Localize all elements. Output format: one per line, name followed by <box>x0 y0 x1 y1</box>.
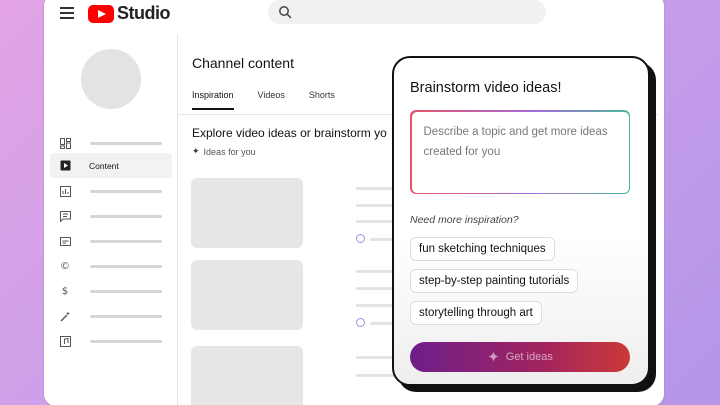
subtitles-icon <box>58 235 72 249</box>
hamburger-menu-icon[interactable] <box>60 7 74 19</box>
get-ideas-button[interactable]: ✦ Get ideas <box>410 342 630 372</box>
sidebar-item-comments[interactable] <box>50 204 172 229</box>
sidebar-item-copyright[interactable]: © <box>50 254 172 279</box>
sidebar-item-placeholder <box>90 190 162 193</box>
comments-icon <box>58 210 72 224</box>
loading-ring-icon <box>356 318 365 327</box>
sidebar-item-analytics[interactable] <box>50 179 172 204</box>
content-icon <box>58 159 72 173</box>
analytics-icon <box>58 185 72 199</box>
sparkle-icon: ✦ <box>192 146 200 156</box>
sidebar-item-subtitles[interactable] <box>50 229 172 254</box>
dollar-icon: $ <box>61 286 69 297</box>
sidebar-item-placeholder <box>90 340 162 343</box>
youtube-studio-logo[interactable]: Studio <box>88 3 171 24</box>
youtube-play-icon <box>88 4 114 23</box>
sidebar-item-audio-library[interactable] <box>50 329 172 354</box>
dashboard-icon <box>58 137 72 151</box>
sidebar-item-customization[interactable] <box>50 304 172 329</box>
topic-prompt-placeholder: Describe a topic and get more ideas crea… <box>411 111 629 193</box>
sidebar-item-placeholder <box>90 240 162 243</box>
sidebar-item-placeholder <box>90 215 162 218</box>
idea-thumbnail[interactable] <box>191 346 303 405</box>
audio-library-icon <box>58 335 72 349</box>
suggestion-chip[interactable]: fun sketching techniques <box>410 237 555 261</box>
tab-inspiration[interactable]: Inspiration <box>192 90 234 110</box>
idea-thumbnail[interactable] <box>191 178 303 248</box>
suggestion-chip[interactable]: step-by-step painting tutorials <box>410 269 579 293</box>
need-inspiration-label: Need more inspiration? <box>410 214 519 226</box>
brainstorm-title: Brainstorm video ideas! <box>410 80 562 96</box>
sidebar-item-placeholder <box>90 142 162 145</box>
page-title: Channel content <box>192 55 294 71</box>
suggestion-chip[interactable]: storytelling through art <box>410 301 542 325</box>
sidebar-item-earn[interactable]: $ <box>50 279 172 304</box>
content-tabs: Inspiration Videos Shorts <box>192 90 359 110</box>
channel-avatar[interactable] <box>81 49 141 109</box>
magic-wand-icon <box>58 310 72 324</box>
get-ideas-label: Get ideas <box>505 351 553 363</box>
sidebar-item-placeholder <box>90 315 162 318</box>
tab-videos[interactable]: Videos <box>258 90 285 110</box>
idea-thumbnail[interactable] <box>191 260 303 330</box>
logo-text: Studio <box>117 3 171 23</box>
brainstorm-card: Brainstorm video ideas! Describe a topic… <box>392 56 650 386</box>
ideas-for-you-label: ✦ Ideas for you <box>192 146 256 157</box>
top-bar: Studio <box>44 0 664 34</box>
sidebar-item-label: Content <box>89 160 119 171</box>
search-icon[interactable] <box>278 5 292 19</box>
sidebar-item-placeholder <box>90 265 162 268</box>
copyright-icon: © <box>60 261 70 272</box>
ideas-for-you-text: Ideas for you <box>203 146 256 157</box>
sidebar-item-placeholder <box>90 290 162 293</box>
search-input[interactable] <box>268 0 546 24</box>
tab-shorts[interactable]: Shorts <box>309 90 335 110</box>
loading-ring-icon <box>356 234 365 243</box>
topic-prompt-input[interactable]: Describe a topic and get more ideas crea… <box>410 110 630 194</box>
section-title: Explore video ideas or brainstorm yo <box>192 126 387 140</box>
sidebar-item-content[interactable]: Content <box>50 153 172 178</box>
sidebar: Content © $ <box>44 34 178 405</box>
sparkle-icon: ✦ <box>487 349 500 366</box>
